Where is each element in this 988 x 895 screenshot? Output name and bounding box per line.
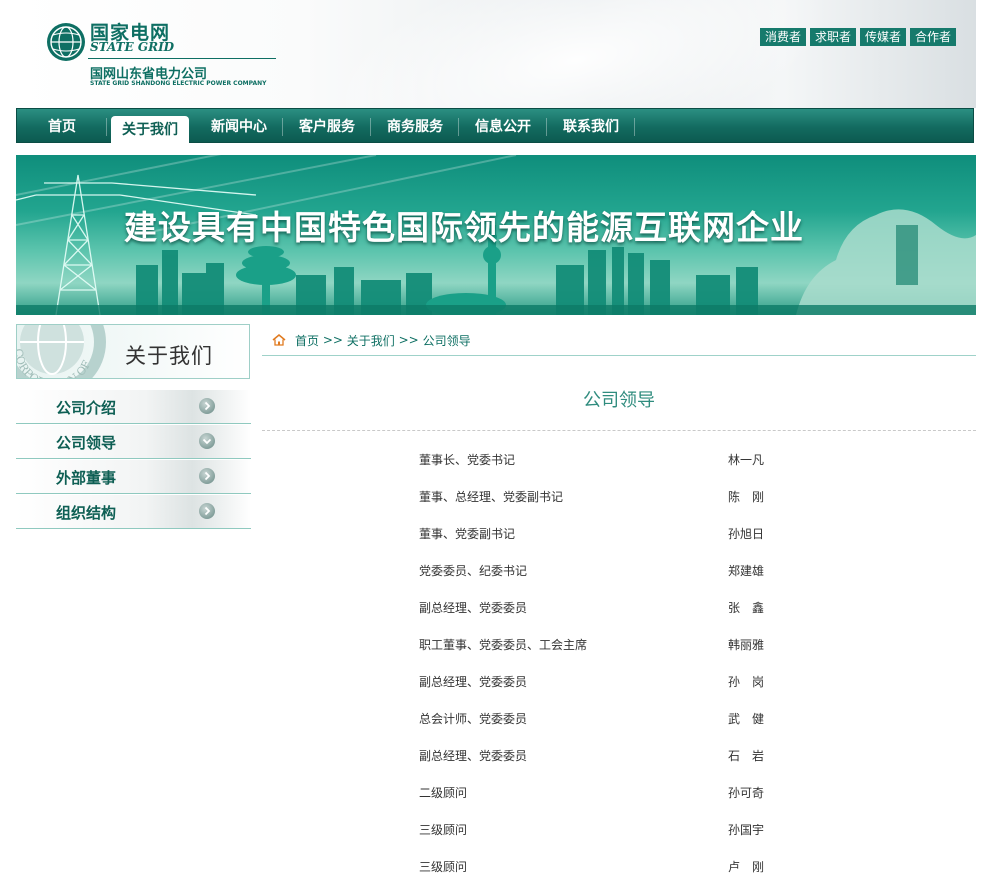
- leader-title: 三级顾问: [419, 823, 468, 837]
- leader-name: 孙国宇: [728, 823, 765, 837]
- chevron-down-icon: [199, 433, 215, 449]
- title-divider: [262, 430, 976, 431]
- nav-item-contact[interactable]: 联系我们: [547, 109, 635, 144]
- leader-title: 副总经理、党委委员: [419, 601, 528, 615]
- sidebar-item-label: 外部董事: [56, 469, 117, 487]
- leader-title: 董事、党委副书记: [419, 527, 516, 541]
- chevron-right-icon: [199, 398, 215, 414]
- list-item: 副总经理、党委委员 石 岩: [419, 747, 819, 784]
- leader-name: 孙可奇: [728, 786, 765, 800]
- leader-name: 林一凡: [728, 453, 765, 467]
- sidebar-title: 关于我们: [125, 344, 213, 368]
- breadcrumb-divider: [262, 355, 976, 356]
- leader-title: 三级顾问: [419, 860, 468, 874]
- list-item: 二级顾问 孙可奇: [419, 784, 819, 821]
- hero-banner: 建设具有中国特色国际领先的能源互联网企业: [16, 155, 976, 315]
- sidebar-item-label: 组织结构: [56, 504, 117, 522]
- list-item: 总会计师、党委委员 武 健: [419, 710, 819, 747]
- audience-link-media[interactable]: 传媒者: [859, 28, 906, 46]
- corporation-emblem-icon: CORPORATION OF: [17, 325, 106, 378]
- list-item: 副总经理、党委委员 张 鑫: [419, 599, 819, 636]
- leader-title: 董事、总经理、党委副书记: [419, 490, 564, 504]
- leader-title: 职工董事、党委委员、工会主席: [419, 638, 588, 652]
- leader-name: 张 鑫: [728, 601, 765, 615]
- banner-slogan: 建设具有中国特色国际领先的能源互联网企业: [124, 208, 804, 247]
- breadcrumb-current[interactable]: 公司领导: [423, 332, 471, 349]
- audience-link-partner[interactable]: 合作者: [909, 28, 956, 46]
- company-name-en: STATE GRID SHANDONG ELECTRIC POWER COMPA…: [90, 80, 267, 87]
- nav-item-about[interactable]: 关于我们: [111, 116, 189, 144]
- sidebar-menu: 公司介绍 公司领导 外部董事 组织结构: [16, 390, 251, 530]
- logo-english-name: STATE GRID: [90, 40, 175, 54]
- list-item: 三级顾问 卢 刚: [419, 858, 819, 895]
- leader-name: 韩丽雅: [728, 638, 765, 652]
- page: 国家电网 STATE GRID 国网山东省电力公司 STATE GRID SHA…: [0, 0, 988, 881]
- logo-divider: [88, 58, 276, 59]
- home-icon: [272, 334, 286, 346]
- leader-name: 武 健: [728, 712, 765, 726]
- state-grid-logo-icon[interactable]: [46, 22, 86, 62]
- leader-title: 党委委员、纪委书记: [419, 564, 528, 578]
- leader-name: 石 岩: [728, 749, 765, 763]
- leaders-list: 董事长、党委书记 林一凡 董事、总经理、党委副书记陈 刚 董事、党委副书记 孙旭日 …: [419, 451, 819, 895]
- leader-title: 二级顾问: [419, 786, 468, 800]
- sidebar-item-label: 公司领导: [56, 434, 117, 452]
- breadcrumb-separator: >>: [322, 333, 343, 347]
- audience-link-jobseeker[interactable]: 求职者: [809, 28, 856, 46]
- leader-name: 陈 刚: [728, 490, 765, 504]
- breadcrumb-separator: >>: [398, 333, 419, 347]
- page-title: 公司领导: [583, 390, 655, 411]
- leader-name: 孙 岗: [728, 675, 765, 689]
- list-item: 董事、总经理、党委副书记 陈 刚: [419, 488, 819, 525]
- list-item: 董事长、党委书记 林一凡: [419, 451, 819, 488]
- nav-item-customer-service[interactable]: 客户服务: [283, 109, 371, 144]
- sidebar-item-org-structure[interactable]: 组织结构: [16, 495, 251, 529]
- list-item: 三级顾问 孙国宇: [419, 821, 819, 858]
- nav-item-info-disclosure[interactable]: 信息公开: [459, 109, 547, 144]
- sidebar-item-company-intro[interactable]: 公司介绍: [16, 390, 251, 424]
- chevron-right-icon: [199, 468, 215, 484]
- leader-name: 卢 刚: [728, 860, 765, 874]
- leader-title: 董事长、党委书记: [419, 453, 516, 467]
- nav-item-home[interactable]: 首页: [17, 109, 107, 144]
- audience-link-consumer[interactable]: 消费者: [759, 28, 806, 46]
- list-item: 职工董事、党委委员、工会主席 韩丽雅: [419, 636, 819, 673]
- list-item: 董事、党委副书记 孙旭日: [419, 525, 819, 562]
- sidebar-item-external-directors[interactable]: 外部董事: [16, 460, 251, 494]
- chevron-right-icon: [199, 503, 215, 519]
- header-sheen: [300, 0, 852, 108]
- main-nav: 首页 关于我们 新闻中心 客户服务 商务服务 信息公开 联系我们: [16, 108, 974, 144]
- breadcrumb-home-link[interactable]: 首页: [295, 332, 319, 349]
- sidebar-item-company-leaders[interactable]: 公司领导: [16, 425, 251, 459]
- leader-title: 副总经理、党委委员: [419, 675, 528, 689]
- list-item: 副总经理、党委委员 孙 岗: [419, 673, 819, 710]
- list-item: 党委委员、纪委书记 郑建雄: [419, 562, 819, 599]
- breadcrumb-section-link[interactable]: 关于我们: [347, 332, 395, 349]
- nav-item-news[interactable]: 新闻中心: [195, 109, 283, 144]
- breadcrumb: 首页 >> 关于我们 >> 公司领导: [272, 330, 471, 350]
- leader-name: 郑建雄: [728, 564, 765, 578]
- leader-name: 孙旭日: [728, 527, 765, 541]
- site-header: 国家电网 STATE GRID 国网山东省电力公司 STATE GRID SHA…: [16, 0, 976, 108]
- leader-title: 副总经理、党委委员: [419, 749, 528, 763]
- leader-title: 总会计师、党委委员: [419, 712, 528, 726]
- nav-item-business-service[interactable]: 商务服务: [371, 109, 459, 144]
- sidebar-header: CORPORATION OF 关于我们: [16, 324, 250, 379]
- sidebar-item-label: 公司介绍: [56, 399, 117, 417]
- audience-links: 消费者 求职者 传媒者 合作者: [759, 28, 956, 46]
